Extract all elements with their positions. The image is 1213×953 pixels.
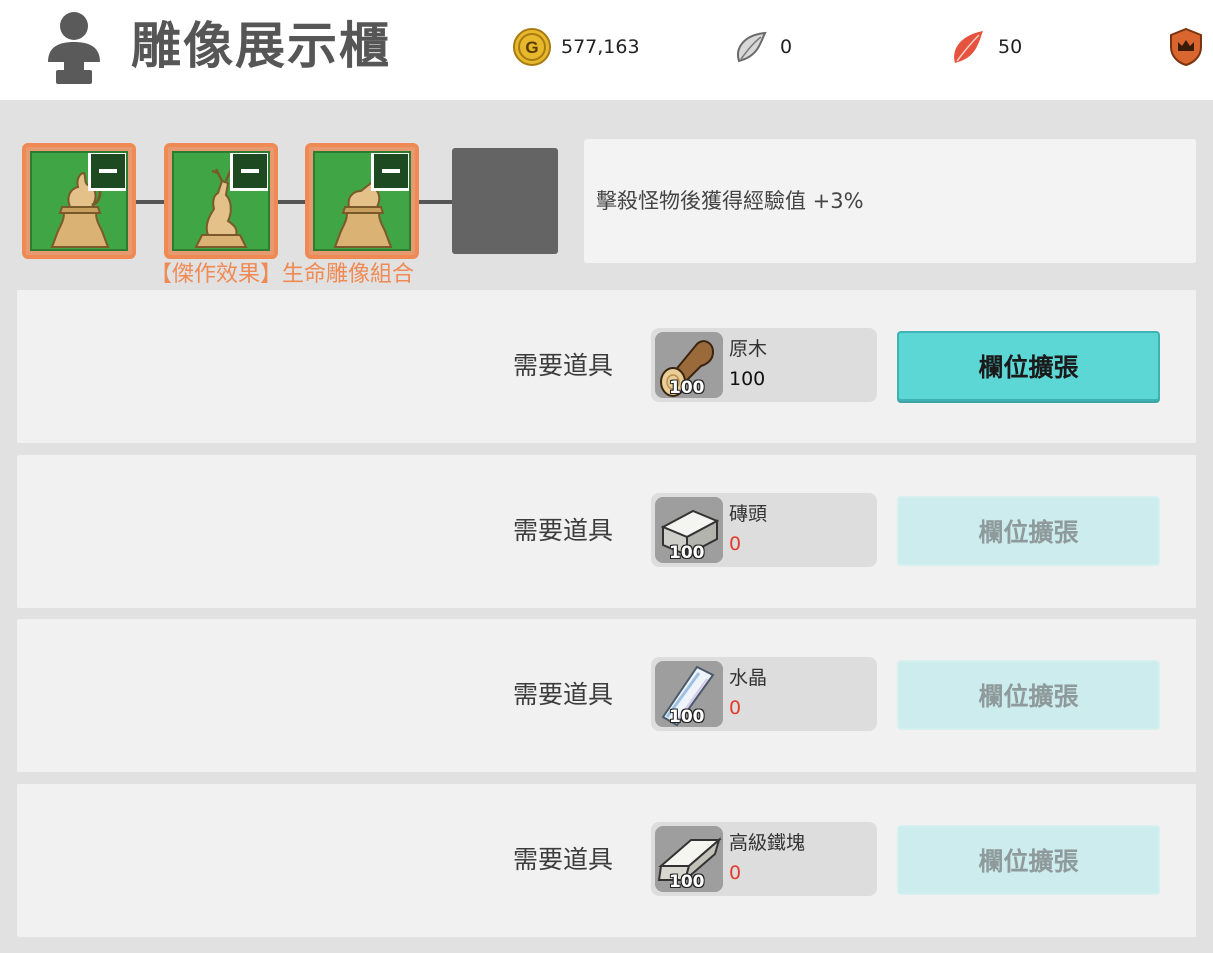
required-item-label: 需要道具 [513, 845, 614, 874]
slot-connector [134, 200, 168, 204]
statue-slot-3[interactable] [305, 143, 419, 259]
brick-icon: 100 [655, 497, 723, 563]
expansion-row-2: 需要道具 100 磚頭 0 欄位擴張 [17, 455, 1196, 608]
item-name: 磚頭 [729, 503, 768, 525]
red-feather-icon [948, 26, 990, 68]
item-name: 水晶 [729, 667, 768, 689]
silver-feather-currency: 0 [730, 26, 792, 68]
remove-statue-button[interactable] [230, 153, 268, 191]
required-item[interactable]: 100 磚頭 0 [651, 493, 877, 567]
expand-slot-button[interactable]: 欄位擴張 [897, 331, 1160, 401]
item-owned: 0 [729, 697, 742, 719]
expansion-row-3: 需要道具 100 水晶 0 欄位擴張 [17, 619, 1196, 772]
required-item-label: 需要道具 [513, 516, 614, 545]
masterpiece-set-label: 【傑作效果】生命雕像組合 [150, 262, 415, 287]
slot-connector [418, 200, 454, 204]
item-name: 高級鐵塊 [729, 832, 806, 854]
gold-amount: 577,163 [561, 36, 640, 58]
remove-statue-button[interactable] [371, 153, 409, 191]
expand-slot-button[interactable]: 欄位擴張 [897, 660, 1160, 730]
iron-ingot-icon: 100 [655, 826, 723, 892]
required-item-label: 需要道具 [513, 351, 614, 380]
effect-text: 擊殺怪物後獲得經驗值 +3% [596, 189, 864, 213]
item-count: 100 [669, 872, 705, 892]
statue-slot-chain [0, 0, 560, 290]
red-feather-currency: 50 [948, 26, 1022, 68]
expansion-row-1: 需要道具 100 原木 100 欄位擴張 [17, 290, 1196, 443]
required-item[interactable]: 100 原木 100 [651, 328, 877, 402]
required-item[interactable]: 100 水晶 0 [651, 657, 877, 731]
silver-feather-amount: 0 [780, 36, 793, 58]
crown-badge[interactable] [1168, 26, 1204, 68]
statue-slot-2[interactable] [164, 143, 278, 259]
required-item[interactable]: 100 高級鐵塊 0 [651, 822, 877, 896]
item-count: 100 [669, 707, 705, 727]
effect-panel: 擊殺怪物後獲得經驗值 +3% [584, 139, 1196, 263]
item-owned: 0 [729, 533, 742, 555]
remove-statue-button[interactable] [88, 153, 126, 191]
statue-slot-empty[interactable] [452, 148, 558, 254]
crystal-icon: 100 [655, 661, 723, 727]
required-item-label: 需要道具 [513, 680, 614, 709]
crown-shield-icon [1168, 26, 1204, 68]
statue-slot-1[interactable] [22, 143, 136, 259]
item-name: 原木 [729, 338, 768, 360]
expansion-row-4: 需要道具 100 高級鐵塊 0 欄位擴張 [17, 784, 1196, 937]
red-feather-amount: 50 [998, 36, 1023, 58]
item-count: 100 [669, 378, 705, 398]
expand-slot-button[interactable]: 欄位擴張 [897, 825, 1160, 895]
log-icon: 100 [655, 332, 723, 398]
expand-slot-button[interactable]: 欄位擴張 [897, 496, 1160, 566]
item-owned: 0 [729, 862, 742, 884]
item-owned: 100 [729, 368, 766, 390]
item-count: 100 [669, 543, 705, 563]
silver-feather-icon [730, 26, 772, 68]
